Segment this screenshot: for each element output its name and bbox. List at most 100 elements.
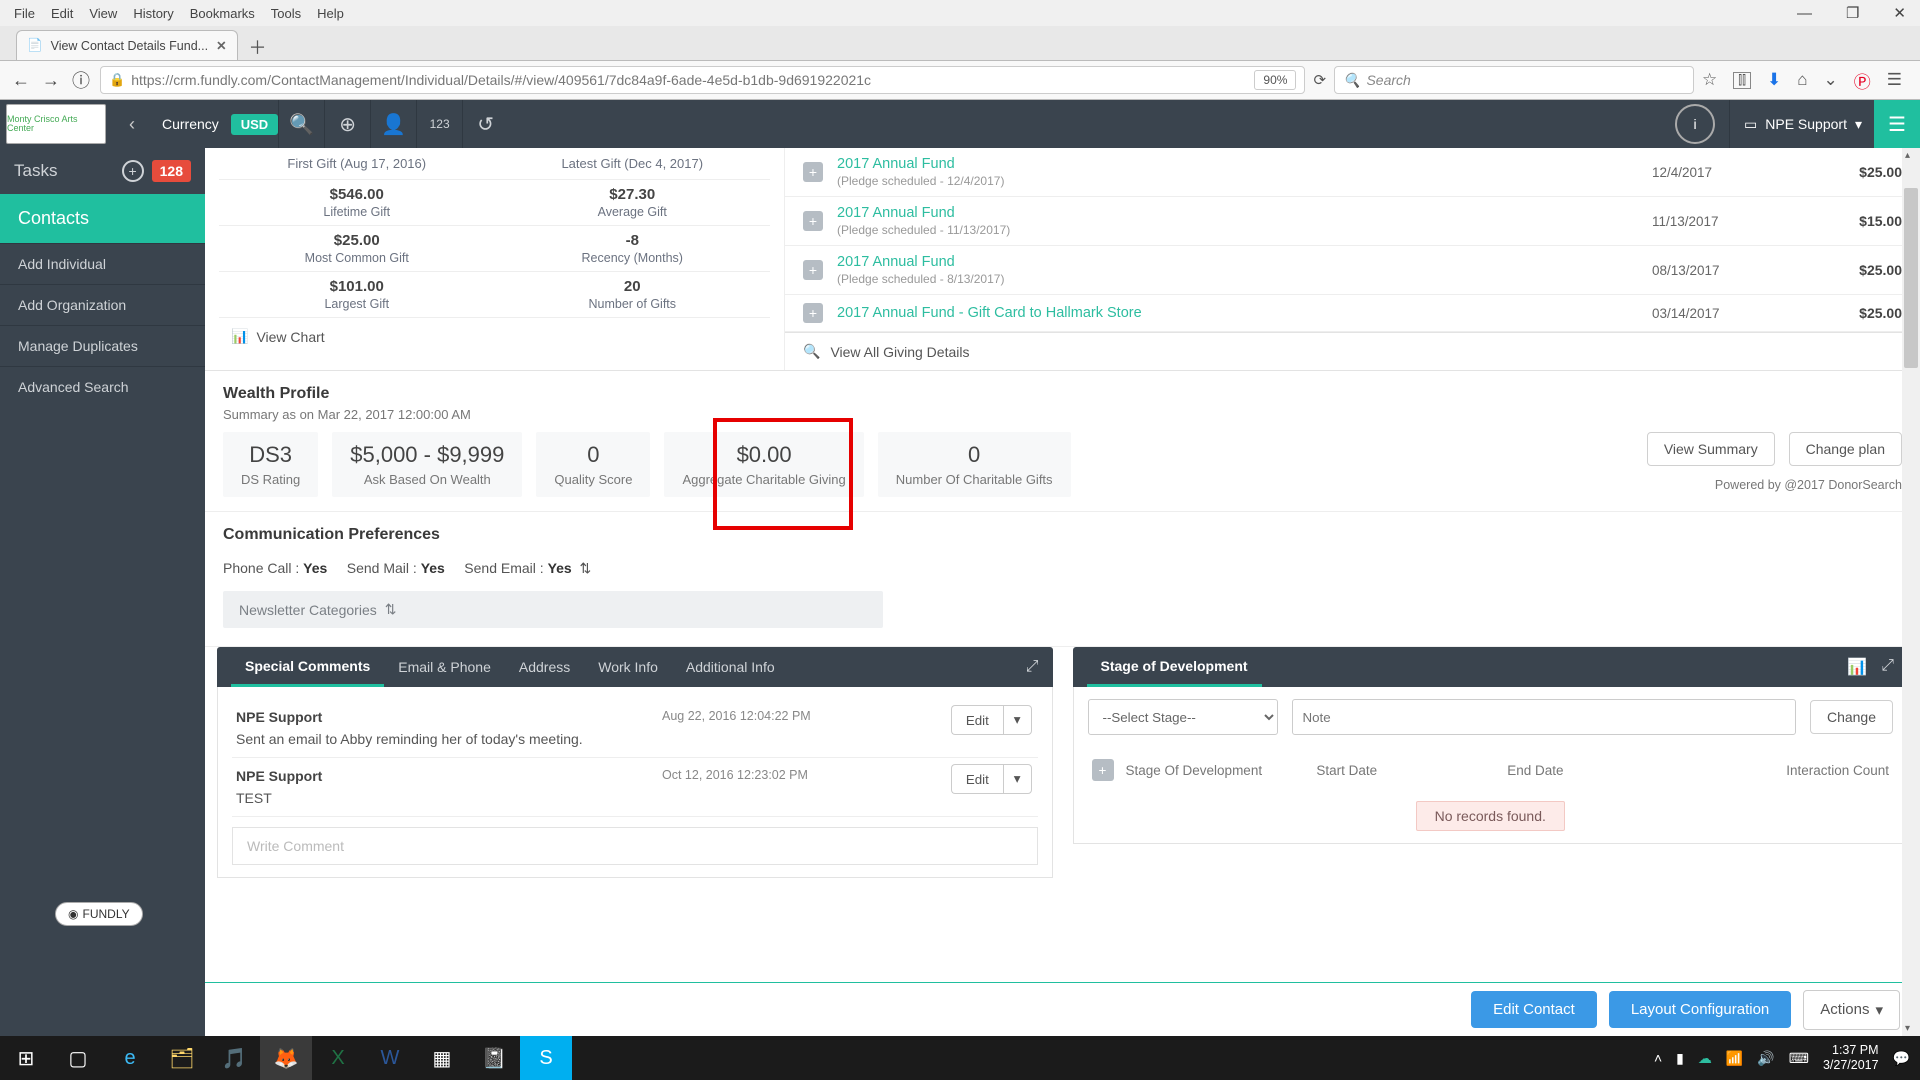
bookmark-star-icon[interactable]: ☆	[1702, 70, 1717, 90]
taskbar-clock[interactable]: 1:37 PM 3/27/2017	[1823, 1043, 1879, 1073]
calculator-icon[interactable]: ▦	[416, 1036, 468, 1080]
stage-select[interactable]: --Select Stage--	[1088, 699, 1278, 735]
scrollbar-thumb[interactable]	[1904, 188, 1918, 368]
tab-additional-info[interactable]: Additional Info	[672, 647, 789, 687]
expand-row-icon[interactable]: +	[803, 162, 823, 182]
firefox-icon[interactable]: 🦊	[260, 1036, 312, 1080]
layout-config-button[interactable]: Layout Configuration	[1609, 991, 1791, 1028]
tab-close-icon[interactable]: ✕	[216, 38, 226, 53]
tray-volume-icon[interactable]: 🔊	[1757, 1050, 1774, 1067]
fund-name[interactable]: 2017 Annual Fund	[837, 254, 1652, 270]
change-plan-button[interactable]: Change plan	[1789, 432, 1902, 466]
reload-button-icon[interactable]: ⟳	[1313, 71, 1326, 89]
win-close-icon[interactable]: ✕	[1885, 1, 1914, 25]
currency-selector[interactable]: Currency USD	[162, 116, 278, 132]
topbar-number-icon[interactable]: 123	[416, 100, 462, 148]
tray-onedrive-icon[interactable]: ☁	[1698, 1050, 1712, 1067]
start-button-icon[interactable]: ⊞	[0, 1036, 52, 1080]
stage-change-button[interactable]: Change	[1810, 700, 1893, 734]
tray-expand-icon[interactable]: ˄	[1654, 1050, 1662, 1066]
menu-bookmarks[interactable]: Bookmarks	[182, 3, 263, 24]
topbar-history-icon[interactable]: ↺	[462, 100, 508, 148]
sidebar-item-manage-duplicates[interactable]: Manage Duplicates	[0, 325, 205, 366]
word-icon[interactable]: W	[364, 1036, 416, 1080]
menu-view[interactable]: View	[81, 3, 125, 24]
view-all-giving-link[interactable]: 🔍 View All Giving Details	[785, 332, 1920, 370]
itunes-icon[interactable]: 🎵	[208, 1036, 260, 1080]
giving-row[interactable]: + 2017 Annual Fund - Gift Card to Hallma…	[785, 295, 1920, 332]
comment-edit-caret[interactable]: ▾	[1003, 764, 1032, 794]
fund-name[interactable]: 2017 Annual Fund	[837, 156, 1652, 172]
add-stage-icon[interactable]: +	[1092, 759, 1114, 781]
site-identity-icon[interactable]: ⓘ	[70, 67, 92, 93]
chart-icon[interactable]: 📊	[1847, 657, 1867, 677]
app-hamburger-icon[interactable]: ☰	[1874, 100, 1920, 148]
comment-edit-button[interactable]: Edit	[951, 705, 1003, 735]
tray-keyboard-icon[interactable]: ⌨	[1789, 1050, 1809, 1067]
fund-name[interactable]: 2017 Annual Fund - Gift Card to Hallmark…	[837, 305, 1652, 321]
view-chart-link[interactable]: 📊 View Chart	[219, 318, 770, 355]
pocket-icon[interactable]: ⌄	[1824, 70, 1838, 90]
expand-icon[interactable]: ⤢	[1881, 657, 1894, 677]
sidebar-item-add-individual[interactable]: Add Individual	[0, 243, 205, 284]
skype-icon[interactable]: S	[520, 1036, 572, 1080]
actions-dropdown[interactable]: Actions▾	[1803, 990, 1900, 1030]
library-icon[interactable]: ⫿⫿	[1733, 72, 1751, 89]
tray-wifi-icon[interactable]: 📶	[1726, 1050, 1743, 1067]
add-task-icon[interactable]: +	[122, 160, 144, 182]
sidebar-item-advanced-search[interactable]: Advanced Search	[0, 366, 205, 407]
fundly-badge[interactable]: ◉ FUNDLY	[55, 902, 143, 926]
sidebar-item-add-organization[interactable]: Add Organization	[0, 284, 205, 325]
view-summary-button[interactable]: View Summary	[1647, 432, 1775, 466]
menu-history[interactable]: History	[125, 3, 181, 24]
downloads-icon[interactable]: ⬇	[1767, 70, 1781, 90]
tray-battery-icon[interactable]: ▮	[1676, 1050, 1684, 1067]
back-button-icon[interactable]: ←	[10, 70, 32, 91]
menu-edit[interactable]: Edit	[43, 3, 81, 24]
edge-icon[interactable]: e	[104, 1036, 156, 1080]
topbar-user-menu[interactable]: ▭ NPE Support ▾	[1729, 100, 1862, 148]
home-icon[interactable]: ⌂	[1797, 70, 1807, 90]
topbar-back-icon[interactable]: ‹	[112, 114, 152, 135]
tab-work-info[interactable]: Work Info	[584, 647, 672, 687]
tab-address[interactable]: Address	[505, 647, 584, 687]
write-comment-input[interactable]: Write Comment	[232, 827, 1038, 865]
tab-email-phone[interactable]: Email & Phone	[384, 647, 505, 687]
giving-row[interactable]: + 2017 Annual Fund (Pledge scheduled - 1…	[785, 197, 1920, 246]
giving-row[interactable]: + 2017 Annual Fund (Pledge scheduled - 1…	[785, 148, 1920, 197]
topbar-add-icon[interactable]: ⊕	[324, 100, 370, 148]
topbar-search-icon[interactable]: 🔍	[278, 100, 324, 148]
browser-search-input[interactable]: 🔍 Search	[1334, 66, 1694, 94]
tab-special-comments[interactable]: Special Comments	[231, 647, 384, 687]
notepad-icon[interactable]: 📓	[468, 1036, 520, 1080]
giving-row[interactable]: + 2017 Annual Fund (Pledge scheduled - 8…	[785, 246, 1920, 295]
fund-name[interactable]: 2017 Annual Fund	[837, 205, 1652, 221]
newsletter-categories-dropdown[interactable]: Newsletter Categories ⇅	[223, 591, 883, 628]
expand-row-icon[interactable]: +	[803, 303, 823, 323]
url-input[interactable]: 🔒 https://crm.fundly.com/ContactManageme…	[100, 66, 1305, 94]
comment-edit-caret[interactable]: ▾	[1003, 705, 1032, 735]
win-maximize-icon[interactable]: ❐	[1838, 1, 1867, 25]
expand-row-icon[interactable]: +	[803, 260, 823, 280]
sidebar-item-contacts[interactable]: Contacts	[0, 194, 205, 243]
excel-icon[interactable]: X	[312, 1036, 364, 1080]
win-minimize-icon[interactable]: —	[1789, 2, 1820, 25]
menu-file[interactable]: File	[6, 3, 43, 24]
stage-note-input[interactable]	[1292, 699, 1796, 735]
pinterest-icon[interactable]: Ⓟ	[1854, 68, 1871, 93]
task-view-icon[interactable]: ▢	[52, 1036, 104, 1080]
explorer-icon[interactable]: 🗂	[156, 1036, 208, 1080]
expand-icon[interactable]: ⤢	[1026, 658, 1039, 676]
scroll-down-icon[interactable]: ▾	[1905, 1023, 1910, 1034]
page-scrollbar[interactable]: ▴ ▾	[1902, 148, 1920, 1036]
org-logo[interactable]: Monty Crisco Arts Center	[6, 104, 106, 144]
new-tab-button[interactable]: ＋	[244, 34, 272, 60]
edit-contact-button[interactable]: Edit Contact	[1471, 991, 1597, 1028]
menu-help[interactable]: Help	[309, 3, 352, 24]
sort-icon[interactable]: ⇅	[579, 560, 591, 576]
tray-notifications-icon[interactable]: 💬	[1893, 1050, 1910, 1067]
topbar-info-icon[interactable]: i	[1675, 104, 1715, 144]
comment-edit-button[interactable]: Edit	[951, 764, 1003, 794]
browser-tab-active[interactable]: 📄 View Contact Details Fund... ✕	[16, 30, 238, 60]
menu-tools[interactable]: Tools	[263, 3, 309, 24]
